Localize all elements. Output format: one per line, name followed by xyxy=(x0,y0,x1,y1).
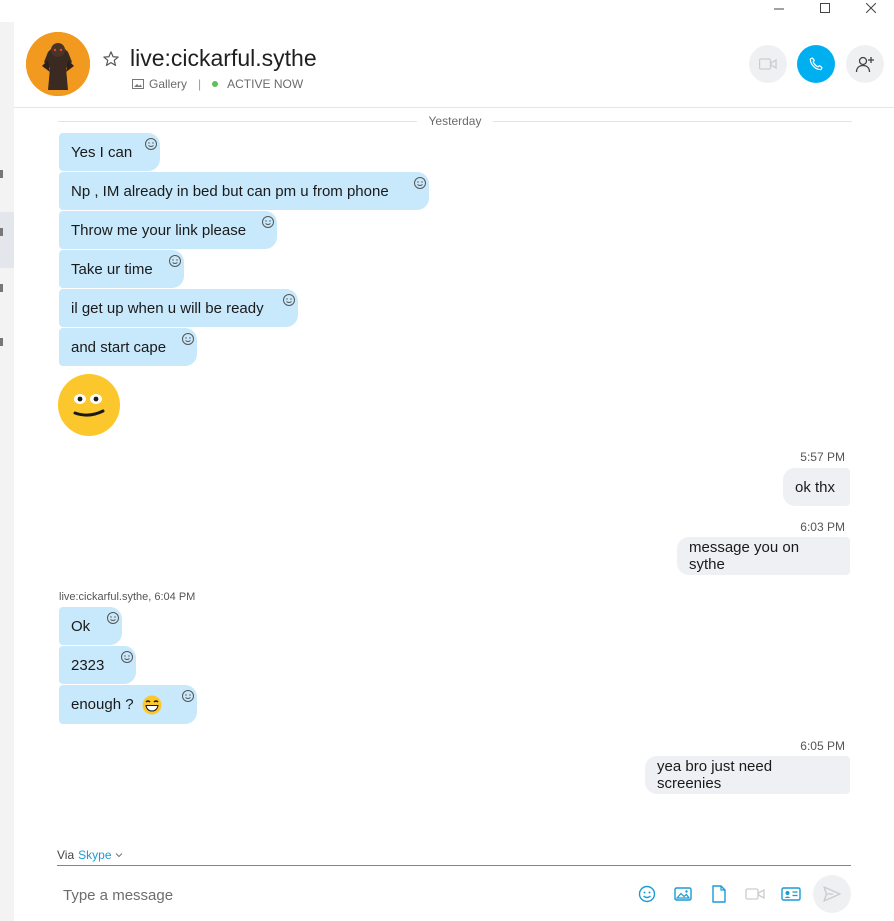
smiley-emoji[interactable] xyxy=(58,374,120,436)
close-button[interactable] xyxy=(848,0,894,16)
phone-icon xyxy=(809,57,823,71)
message-timestamp: 6:03 PM xyxy=(800,520,845,534)
message-text: 2323 xyxy=(71,656,105,674)
day-divider-label: Yesterday xyxy=(428,114,482,128)
incoming-message[interactable]: Ok xyxy=(59,607,122,645)
outgoing-message[interactable]: yea bro just need screenies xyxy=(645,756,850,794)
grin-emoji-icon xyxy=(142,695,162,714)
sidebar-marker xyxy=(0,338,3,346)
add-user-icon xyxy=(855,56,874,73)
reaction-icon[interactable] xyxy=(144,137,158,151)
sidebar-marker xyxy=(0,170,3,178)
video-message-icon xyxy=(745,888,765,900)
message-text: yea bro just need screenies xyxy=(657,758,773,792)
emoji-icon xyxy=(638,885,656,903)
incoming-message[interactable]: Take ur time xyxy=(59,250,184,288)
send-icon xyxy=(823,886,841,902)
sidebar-edge xyxy=(0,22,14,921)
video-message-button[interactable] xyxy=(745,884,765,904)
message-text: ok thx xyxy=(795,478,836,496)
image-icon xyxy=(674,887,692,901)
outgoing-message[interactable]: message you on sythe xyxy=(677,537,850,575)
reaction-icon[interactable] xyxy=(181,332,195,346)
message-text: enough ? xyxy=(71,696,134,713)
via-selector: Via Skype xyxy=(57,848,123,862)
outgoing-message[interactable]: ok thx xyxy=(783,468,850,506)
reaction-icon[interactable] xyxy=(181,689,195,703)
video-call-icon xyxy=(759,58,777,70)
gallery-link[interactable]: Gallery xyxy=(149,77,187,91)
file-icon xyxy=(712,885,726,903)
message-input[interactable] xyxy=(57,876,617,914)
sender-line: live:cickarful.sythe, 6:04 PM xyxy=(59,591,196,603)
send-button[interactable] xyxy=(813,875,851,913)
sidebar-marker xyxy=(0,228,3,236)
message-text: Yes I can xyxy=(71,143,133,161)
send-image-button[interactable] xyxy=(673,884,693,904)
reaction-icon[interactable] xyxy=(282,293,296,307)
message-text: Throw me your link please xyxy=(71,221,247,239)
chevron-down-icon xyxy=(115,853,122,858)
minimize-button[interactable] xyxy=(756,0,802,16)
reaction-icon[interactable] xyxy=(413,176,427,190)
via-label: Via xyxy=(57,848,75,862)
reaction-icon[interactable] xyxy=(261,215,275,229)
incoming-message[interactable]: Yes I can xyxy=(59,133,160,171)
incoming-message[interactable]: Np , IM already in bed but can pm u from… xyxy=(59,172,429,210)
sidebar-selected-item[interactable] xyxy=(0,212,14,268)
avatar[interactable] xyxy=(26,32,90,96)
incoming-message[interactable]: enough ? xyxy=(59,685,197,724)
day-divider: Yesterday xyxy=(58,113,852,129)
composer-divider xyxy=(57,865,851,866)
minimize-icon xyxy=(774,8,784,10)
incoming-message[interactable]: 2323 xyxy=(59,646,136,684)
contact-subline: Gallery | ACTIVE NOW xyxy=(132,77,303,91)
status-label: ACTIVE NOW xyxy=(227,77,304,91)
message-text: and start cape xyxy=(71,338,167,356)
reaction-icon[interactable] xyxy=(168,254,182,268)
via-service-label: Skype xyxy=(78,848,112,862)
maximize-button[interactable] xyxy=(802,0,848,16)
message-timestamp: 6:05 PM xyxy=(800,739,845,753)
reaction-icon[interactable] xyxy=(106,611,120,625)
add-people-button[interactable] xyxy=(846,45,884,83)
send-file-button[interactable] xyxy=(709,884,729,904)
incoming-message[interactable]: il get up when u will be ready xyxy=(59,289,298,327)
audio-call-button[interactable] xyxy=(797,45,835,83)
avatar-image xyxy=(26,32,90,96)
smiley-emoji-icon xyxy=(59,375,119,435)
emoji-button[interactable] xyxy=(637,884,657,904)
message-text: message you on sythe xyxy=(689,539,800,573)
incoming-message[interactable]: and start cape xyxy=(59,328,197,366)
maximize-icon xyxy=(820,3,830,13)
window-controls xyxy=(756,0,894,16)
sidebar-marker xyxy=(0,284,3,292)
message-text: Take ur time xyxy=(71,260,153,278)
star-icon[interactable] xyxy=(102,50,120,68)
chat-header: live:cickarful.sythe Gallery | ACTIVE NO… xyxy=(14,22,894,108)
message-timestamp: 5:57 PM xyxy=(800,450,845,464)
via-service-dropdown[interactable]: Skype xyxy=(78,848,122,862)
active-status-dot xyxy=(212,81,219,87)
reaction-icon[interactable] xyxy=(120,650,134,664)
message-text: Np , IM already in bed but can pm u from… xyxy=(71,182,389,200)
message-text: il get up when u will be ready xyxy=(71,299,264,317)
message-text: Ok xyxy=(71,617,91,635)
video-call-button[interactable] xyxy=(749,45,787,83)
gallery-icon xyxy=(132,79,144,89)
incoming-message[interactable]: Throw me your link please xyxy=(59,211,277,249)
contact-name[interactable]: live:cickarful.sythe xyxy=(130,45,317,72)
close-icon xyxy=(866,3,876,13)
contact-card-icon xyxy=(781,887,801,901)
separator: | xyxy=(198,77,202,91)
send-contact-button[interactable] xyxy=(781,884,801,904)
